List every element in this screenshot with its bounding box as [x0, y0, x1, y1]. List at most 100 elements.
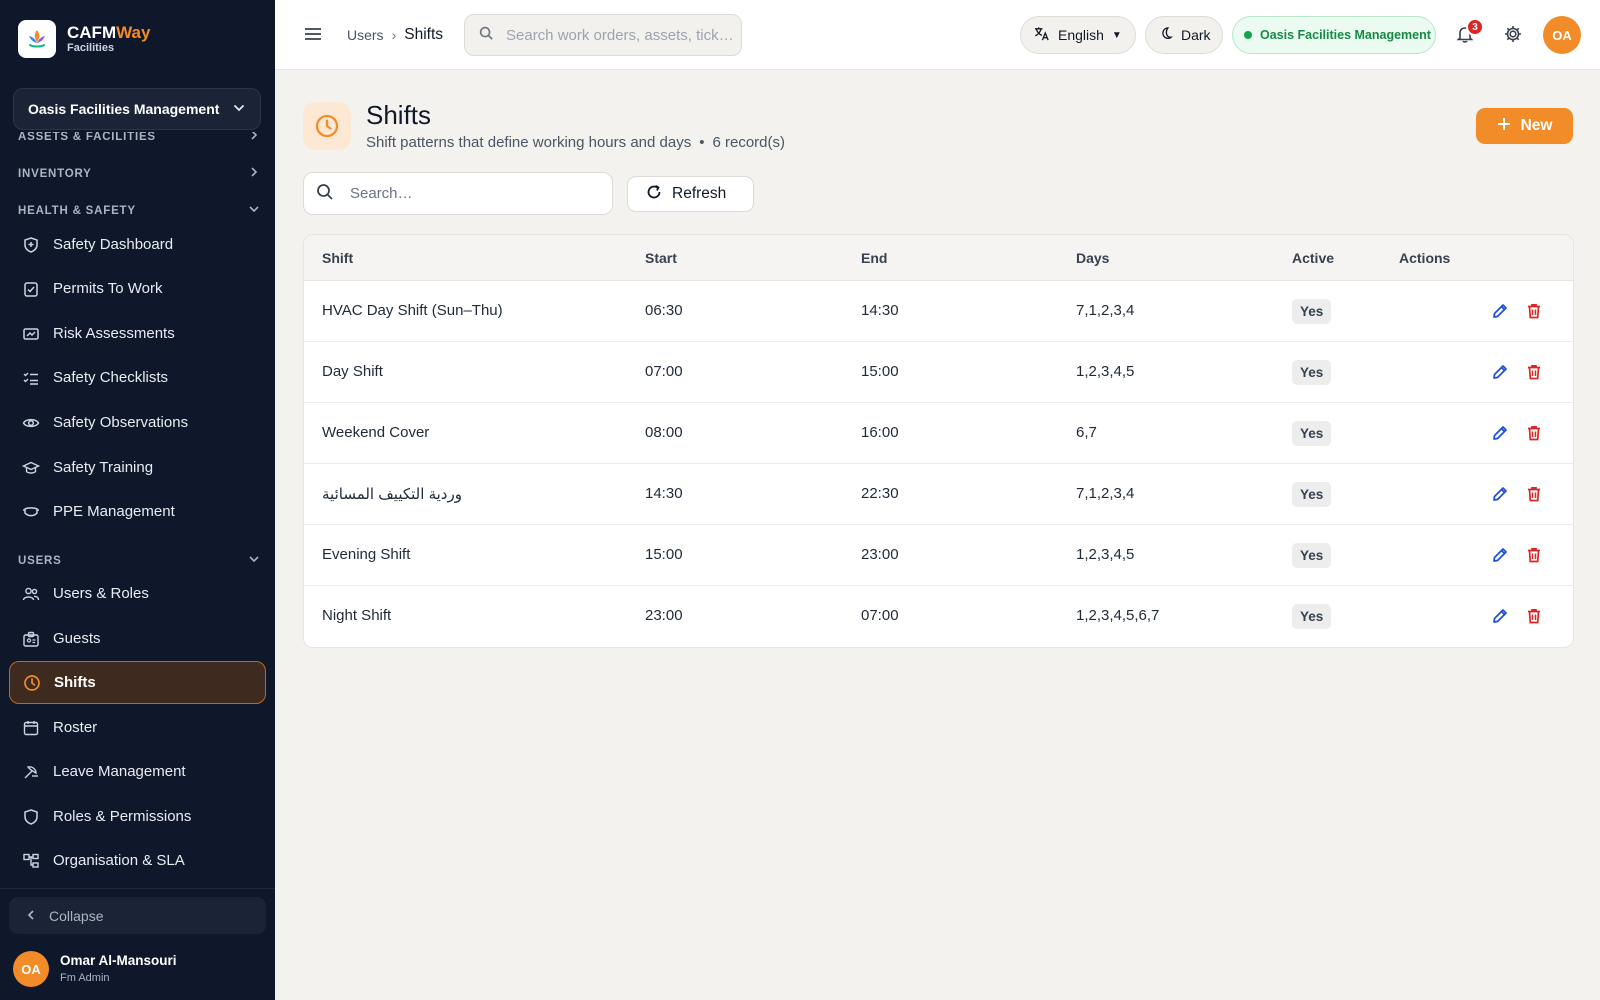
sidebar-item-users-roles[interactable]: Users & Roles — [9, 572, 266, 615]
active-status-badge: Yes — [1292, 482, 1332, 507]
edit-icon[interactable] — [1491, 363, 1509, 385]
column-header-start[interactable]: Start — [645, 250, 677, 266]
language-value: English — [1058, 27, 1104, 43]
chevron-down-icon — [248, 553, 260, 568]
sidebar-item-label: Permits To Work — [53, 280, 163, 297]
gear-icon[interactable] — [1503, 24, 1523, 49]
shift-days-cell: 1,2,3,4,5,6,7 — [1076, 607, 1160, 624]
sidebar-item-organisation-sla[interactable]: Organisation & SLA — [9, 839, 266, 882]
edit-icon[interactable] — [1491, 302, 1509, 324]
refresh-icon — [646, 184, 662, 205]
collapse-sidebar-button[interactable]: Collapse — [9, 897, 266, 934]
sidebar-item-shifts[interactable]: Shifts — [9, 661, 266, 704]
hamburger-menu-icon[interactable] — [303, 24, 323, 49]
shift-search-input[interactable]: Search… — [303, 172, 613, 215]
shift-end-cell: 23:00 — [861, 546, 899, 563]
section-label: ASSETS & FACILITIES — [18, 132, 156, 143]
shift-end-cell: 14:30 — [861, 302, 899, 319]
refresh-button[interactable]: Refresh — [627, 176, 754, 212]
shift-days-cell: 1,2,3,4,5 — [1076, 546, 1135, 563]
eye-icon — [21, 413, 41, 433]
sidebar-item-label: Safety Observations — [53, 414, 189, 431]
organisation-select-value: Oasis Facilities Management — [28, 101, 220, 117]
avatar[interactable]: OA — [1543, 16, 1581, 54]
new-button-label: New — [1520, 117, 1553, 134]
delete-icon[interactable] — [1525, 424, 1543, 446]
shift-search-placeholder: Search… — [350, 185, 413, 202]
brand-name-accent: Way — [116, 22, 151, 42]
delete-icon[interactable] — [1525, 546, 1543, 568]
sidebar-item-safety-dashboard[interactable]: Safety Dashboard — [9, 223, 266, 266]
sidebar-item-permits-to-work[interactable]: Permits To Work — [9, 267, 266, 310]
sidebar-item-leave-management[interactable]: Leave Management — [9, 750, 266, 793]
shift-name-cell: Evening Shift — [322, 546, 411, 563]
brand[interactable]: CAFMWay Facilities — [18, 20, 150, 58]
delete-icon[interactable] — [1525, 363, 1543, 385]
delete-icon[interactable] — [1525, 485, 1543, 507]
shift-name-cell: Night Shift — [322, 607, 392, 624]
column-header-end[interactable]: End — [861, 250, 887, 266]
section-users[interactable]: USERS — [18, 553, 260, 568]
table-body: HVAC Day Shift (Sun–Thu) 06:30 14:30 7,1,2,… — [304, 281, 1573, 647]
current-user[interactable]: OA Omar Al-Mansouri Fm Admin — [13, 951, 177, 987]
sidebar-item-safety-training[interactable]: Safety Training — [9, 446, 266, 489]
section-assets-facilities[interactable]: ASSETS & FACILITIES — [18, 132, 260, 144]
sidebar-item-label: Safety Checklists — [53, 369, 169, 386]
delete-icon[interactable] — [1525, 607, 1543, 629]
page-title: Shifts — [366, 100, 432, 130]
organisation-select[interactable]: Oasis Facilities Management — [13, 88, 261, 130]
sidebar-item-ppe-management[interactable]: PPE Management — [9, 490, 266, 533]
section-inventory[interactable]: INVENTORY — [18, 166, 260, 181]
shift-days-cell: 7,1,2,3,4 — [1076, 302, 1135, 319]
shift-days-cell: 1,2,3,4,5 — [1076, 363, 1135, 380]
sidebar-item-label: PPE Management — [53, 503, 175, 520]
table-row[interactable]: Weekend Cover 08:00 16:00 6,7 Yes — [304, 403, 1573, 464]
theme-toggle[interactable]: Dark — [1145, 16, 1223, 54]
checklist-icon — [21, 368, 41, 388]
chevron-right-icon — [248, 166, 260, 181]
sidebar-item-label: Roster — [53, 719, 98, 736]
sidebar-item-roster[interactable]: Roster — [9, 706, 266, 749]
risk-card-icon — [21, 324, 41, 344]
sidebar-item-guests[interactable]: Guests — [9, 617, 266, 660]
theme-label: Dark — [1181, 27, 1211, 43]
section-label: HEALTH & SAFETY — [18, 204, 136, 217]
edit-icon[interactable] — [1491, 607, 1509, 629]
page-subtitle: Shift patterns that define working hours… — [366, 134, 785, 151]
plus-icon — [1497, 117, 1511, 136]
org-chart-icon — [21, 851, 41, 871]
column-header-active[interactable]: Active — [1292, 250, 1334, 266]
edit-icon[interactable] — [1491, 485, 1509, 507]
active-status-badge: Yes — [1292, 360, 1332, 385]
column-header-days[interactable]: Days — [1076, 250, 1109, 266]
organisation-status-badge[interactable]: Oasis Facilities Management — [1232, 16, 1436, 54]
user-name: Omar Al-Mansouri — [60, 953, 177, 969]
section-health-safety[interactable]: HEALTH & SAFETY — [18, 203, 260, 218]
sidebar: CAFMWay Facilities Oasis Facilities Mana… — [0, 0, 275, 1000]
table-row[interactable]: HVAC Day Shift (Sun–Thu) 06:30 14:30 7,1,2,… — [304, 281, 1573, 342]
language-select[interactable]: English ▼ — [1020, 16, 1136, 54]
breadcrumb-parent[interactable]: Users — [347, 27, 384, 43]
edit-icon[interactable] — [1491, 546, 1509, 568]
table-row[interactable]: Night Shift 23:00 07:00 1,2,3,4,5,6,7 Yes — [304, 586, 1573, 647]
shift-name-cell: Weekend Cover — [322, 424, 430, 441]
sidebar-item-risk-assessments[interactable]: Risk Assessments — [9, 312, 266, 355]
sidebar-item-roles-permissions[interactable]: Roles & Permissions — [9, 795, 266, 838]
global-search-input[interactable]: Search work orders, assets, tick… — [464, 14, 742, 56]
column-header-shift[interactable]: Shift — [322, 250, 353, 266]
sidebar-item-safety-observations[interactable]: Safety Observations — [9, 401, 266, 444]
delete-icon[interactable] — [1525, 302, 1543, 324]
brand-logo-icon — [18, 20, 56, 58]
shift-end-cell: 16:00 — [861, 424, 899, 441]
translate-icon — [1033, 25, 1050, 45]
sidebar-item-label: Roles & Permissions — [53, 808, 192, 825]
new-shift-button[interactable]: New — [1476, 108, 1573, 144]
table-row[interactable]: وردية التكييف المسائية 14:30 22:30 7,1,2,3,… — [304, 464, 1573, 525]
table-row[interactable]: Evening Shift 15:00 23:00 1,2,3,4,5 Yes — [304, 525, 1573, 586]
sidebar-item-safety-checklists[interactable]: Safety Checklists — [9, 356, 266, 399]
section-label: INVENTORY — [18, 167, 92, 180]
edit-icon[interactable] — [1491, 424, 1509, 446]
shift-days-cell: 7,1,2,3,4 — [1076, 485, 1135, 502]
shield-outline-icon — [21, 807, 41, 827]
table-row[interactable]: Day Shift 07:00 15:00 1,2,3,4,5 Yes — [304, 342, 1573, 403]
